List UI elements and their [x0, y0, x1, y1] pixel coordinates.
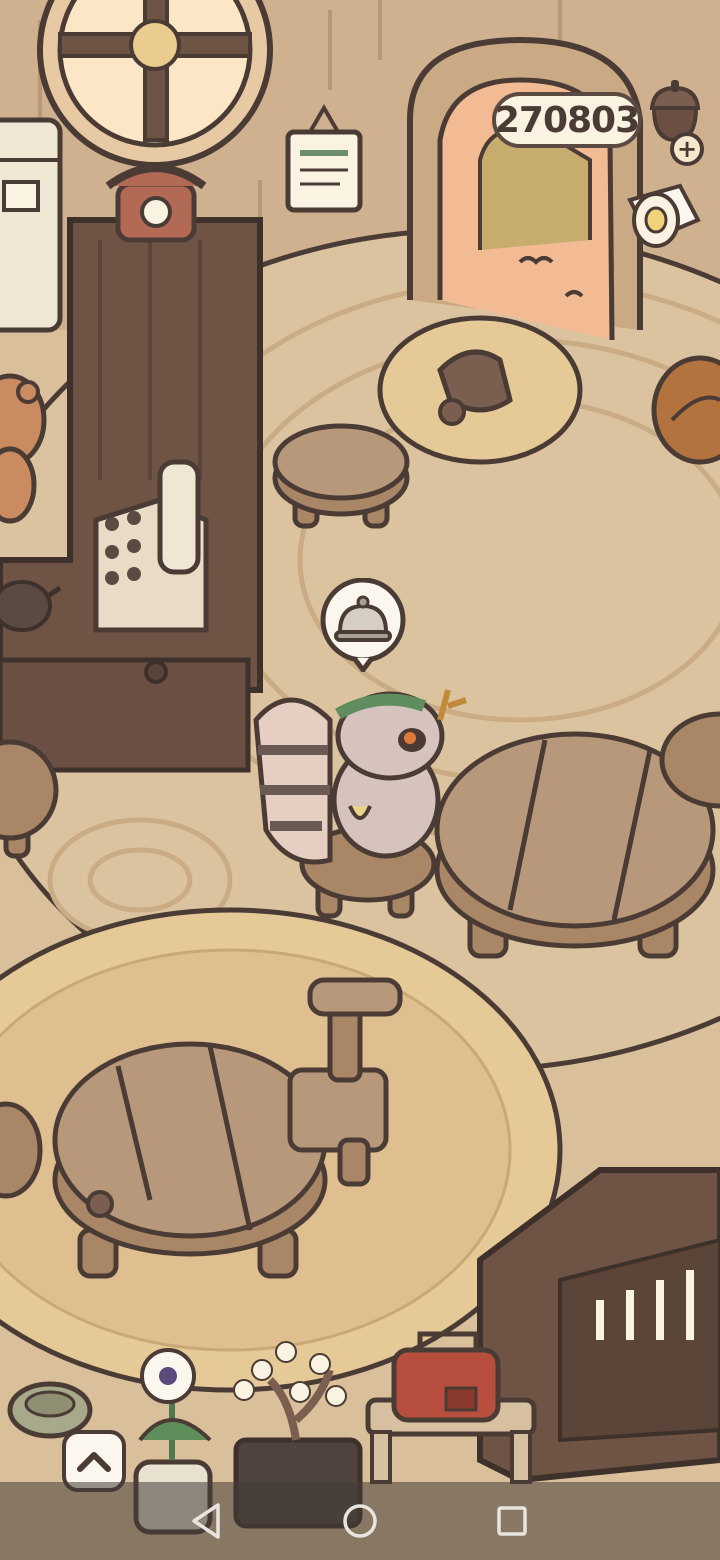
round-table-lower	[52, 1041, 328, 1279]
square-recents-icon	[497, 1506, 527, 1536]
system-navigation-bar	[0, 1482, 720, 1560]
triangle-back-icon	[192, 1503, 220, 1539]
nav-back-button[interactable]	[166, 1482, 246, 1560]
toilet-paper-icon[interactable]	[620, 180, 706, 260]
arched-doorway	[407, 36, 643, 341]
service-bell-request-bubble[interactable]	[316, 578, 410, 672]
stool-back	[272, 423, 410, 529]
round-rug-top	[377, 315, 583, 465]
nav-home-button[interactable]	[320, 1482, 400, 1560]
bowl-stand	[7, 1381, 93, 1439]
nav-recents-button[interactable]	[472, 1482, 552, 1560]
cafe-scene	[0, 0, 720, 1535]
potted-plant-corner	[651, 355, 720, 465]
plus-icon: +	[676, 135, 698, 163]
chevron-up-icon	[77, 1452, 111, 1472]
add-coins-button[interactable]: +	[670, 132, 704, 166]
refrigerator	[0, 117, 63, 333]
coin-amount: 270803	[494, 99, 640, 141]
coin-counter: 270803	[492, 92, 642, 148]
rotary-telephone	[105, 164, 207, 243]
circle-home-icon	[343, 1504, 377, 1538]
